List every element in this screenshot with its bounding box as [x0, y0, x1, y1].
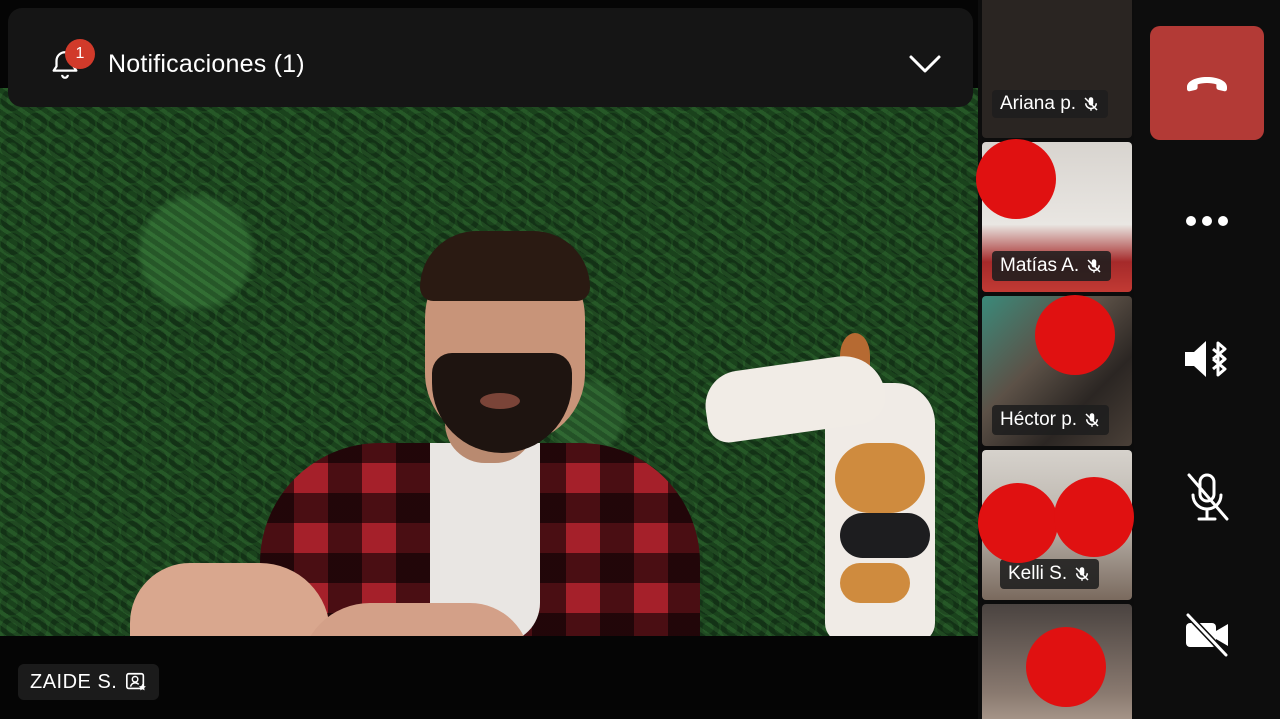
main-video-area[interactable]: ZAIDE S. [0, 0, 978, 719]
redaction-dot [1054, 477, 1134, 557]
mic-off-icon [1187, 473, 1229, 521]
participant-name: Héctor p. [1000, 409, 1078, 430]
spotlight-icon [126, 672, 147, 691]
participant-name: Matías A. [1000, 255, 1080, 276]
notification-banner[interactable]: 1 Notificaciones (1) [8, 8, 973, 107]
notification-badge: 1 [65, 39, 95, 69]
camera-off-icon [1185, 612, 1229, 658]
speaker-button[interactable] [1150, 302, 1264, 416]
redaction-dot [976, 139, 1056, 219]
sock-puppet [701, 333, 945, 636]
mic-off-icon [1084, 97, 1098, 111]
redaction-dot [1035, 295, 1115, 375]
camera-button[interactable] [1150, 578, 1264, 692]
participant-tile[interactable]: Ariana p. [982, 0, 1132, 138]
participant-name-tag: Kelli S. [1000, 559, 1100, 589]
chevron-down-icon[interactable] [908, 52, 942, 76]
speaker-bluetooth-icon [1185, 341, 1227, 377]
more-icon [1186, 216, 1228, 226]
participant-name-tag: Matías A. [992, 251, 1112, 281]
participant-name: Ariana p. [1000, 93, 1077, 114]
notification-title: Notificaciones (1) [108, 50, 305, 78]
mic-off-icon [1085, 413, 1099, 427]
more-button[interactable] [1150, 164, 1264, 278]
hang-up-button[interactable] [1150, 26, 1264, 140]
participant-name-tag: Héctor p. [992, 405, 1110, 435]
speaker-name: ZAIDE S. [30, 670, 118, 693]
hang-up-icon [1187, 77, 1227, 92]
speaker-figure [100, 143, 750, 636]
redaction-dot [1026, 627, 1106, 707]
participant-name: Kelli S. [1008, 563, 1068, 584]
call-controls [1134, 0, 1280, 719]
redaction-dot [978, 483, 1058, 563]
mute-button[interactable] [1150, 440, 1264, 554]
participant-name-tag: Ariana p. [992, 90, 1109, 118]
speaker-video [0, 88, 978, 636]
mic-off-icon [1087, 259, 1101, 273]
speaker-name-tag: ZAIDE S. [18, 664, 160, 700]
mic-off-icon [1075, 567, 1089, 581]
